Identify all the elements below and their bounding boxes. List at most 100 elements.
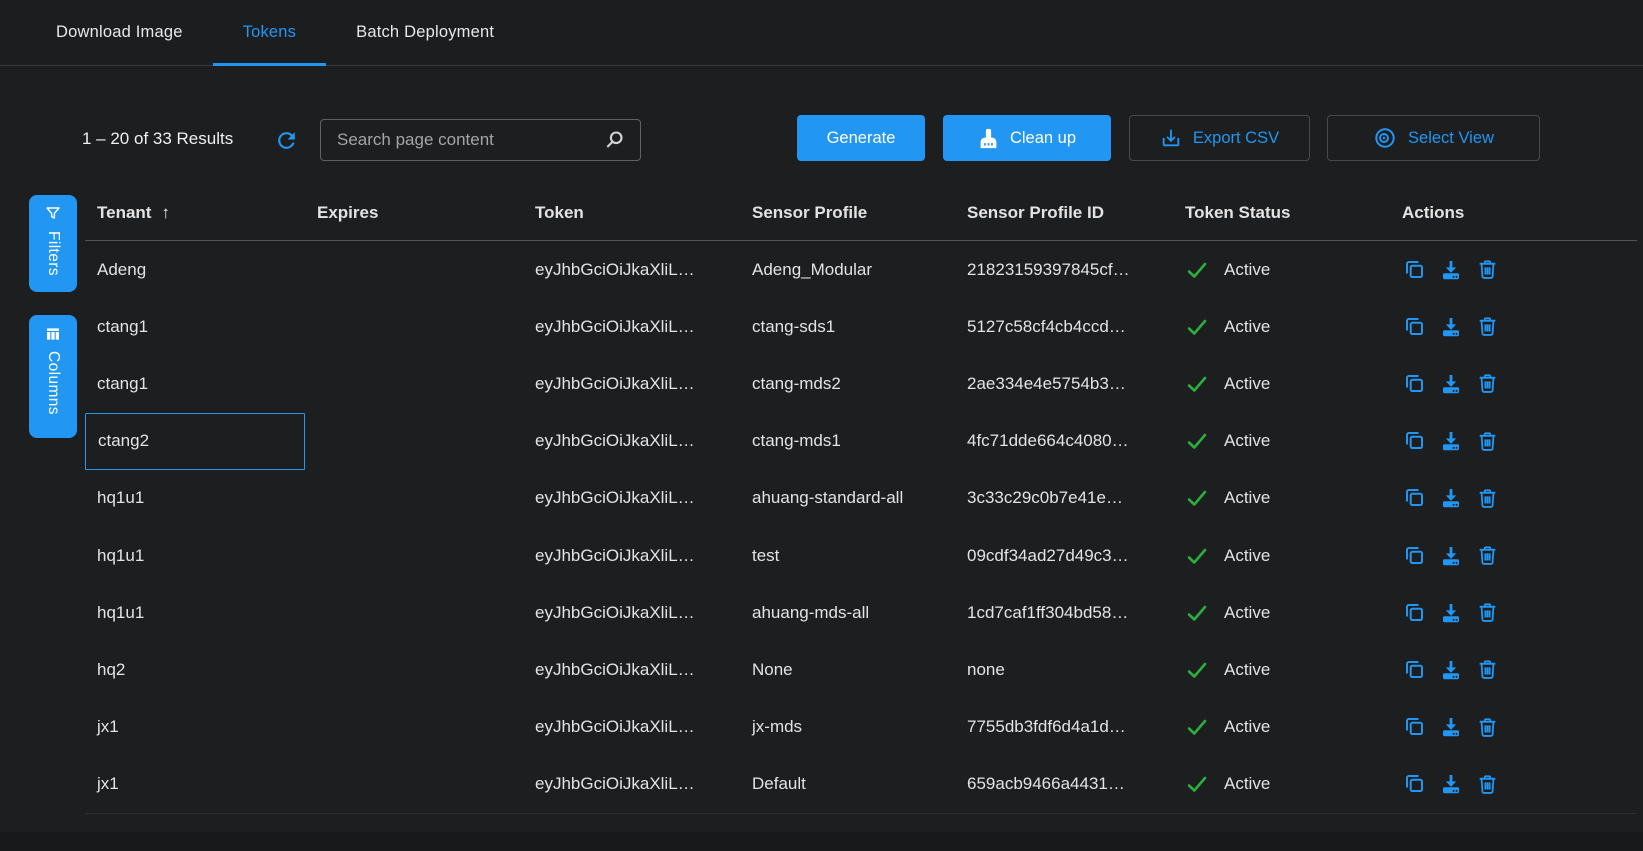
- generate-button[interactable]: Generate: [797, 115, 925, 161]
- cell-sensor-profile[interactable]: jx-mds: [740, 699, 955, 756]
- delete-token-icon[interactable]: [1476, 658, 1499, 681]
- table-row[interactable]: ctang2 eyJhbGciOiJkaXliL… ctang-mds1 4fc…: [85, 413, 1637, 470]
- cell-expires[interactable]: [305, 756, 523, 813]
- cell-sensor-profile[interactable]: Default: [740, 756, 955, 813]
- delete-token-icon[interactable]: [1476, 601, 1499, 624]
- tab-tokens[interactable]: Tokens: [213, 0, 326, 65]
- cell-expires[interactable]: [305, 470, 523, 527]
- cell-tenant[interactable]: hq2: [85, 641, 305, 698]
- delete-token-icon[interactable]: [1476, 773, 1499, 796]
- copy-token-icon[interactable]: [1402, 715, 1426, 739]
- clean-up-button[interactable]: Clean up: [943, 115, 1111, 161]
- cell-tenant[interactable]: ctang2: [85, 413, 305, 470]
- cell-tenant[interactable]: ctang1: [85, 355, 305, 412]
- download-token-icon[interactable]: [1439, 772, 1463, 796]
- cell-sensor-profile[interactable]: Adeng_Modular: [740, 241, 955, 298]
- cell-sensor-profile-id[interactable]: none: [955, 641, 1173, 698]
- copy-token-icon[interactable]: [1402, 315, 1426, 339]
- cell-tenant[interactable]: hq1u1: [85, 584, 305, 641]
- cell-sensor-profile[interactable]: ctang-mds2: [740, 355, 955, 412]
- cell-sensor-profile[interactable]: ahuang-standard-all: [740, 470, 955, 527]
- copy-token-icon[interactable]: [1402, 601, 1426, 625]
- cell-sensor-profile-id[interactable]: 09cdf34ad27d49c3…: [955, 527, 1173, 584]
- cell-sensor-profile[interactable]: ctang-mds1: [740, 413, 955, 470]
- cell-tenant[interactable]: ctang1: [85, 298, 305, 355]
- cell-tenant[interactable]: hq1u1: [85, 470, 305, 527]
- delete-token-icon[interactable]: [1476, 430, 1499, 453]
- tab-download-image[interactable]: Download Image: [26, 0, 213, 65]
- cell-token[interactable]: eyJhbGciOiJkaXliL…: [523, 355, 740, 412]
- column-header-tenant[interactable]: Tenant ↑: [85, 185, 305, 240]
- column-header-expires[interactable]: Expires: [305, 185, 523, 240]
- table-row[interactable]: ctang1 eyJhbGciOiJkaXliL… ctang-mds2 2ae…: [85, 355, 1637, 412]
- table-row[interactable]: hq1u1 eyJhbGciOiJkaXliL… ahuang-mds-all …: [85, 584, 1637, 641]
- copy-token-icon[interactable]: [1402, 486, 1426, 510]
- cell-sensor-profile-id[interactable]: 7755db3fdf6d4a1d…: [955, 699, 1173, 756]
- cell-tenant[interactable]: jx1: [85, 699, 305, 756]
- cell-tenant[interactable]: Adeng: [85, 241, 305, 298]
- cell-expires[interactable]: [305, 527, 523, 584]
- cell-tenant[interactable]: hq1u1: [85, 527, 305, 584]
- copy-token-icon[interactable]: [1402, 429, 1426, 453]
- download-token-icon[interactable]: [1439, 315, 1463, 339]
- cell-token[interactable]: eyJhbGciOiJkaXliL…: [523, 699, 740, 756]
- cell-token[interactable]: eyJhbGciOiJkaXliL…: [523, 241, 740, 298]
- cell-expires[interactable]: [305, 699, 523, 756]
- download-token-icon[interactable]: [1439, 544, 1463, 568]
- delete-token-icon[interactable]: [1476, 315, 1499, 338]
- cell-expires[interactable]: [305, 641, 523, 698]
- search-input[interactable]: [337, 130, 602, 150]
- cell-expires[interactable]: [305, 584, 523, 641]
- table-row[interactable]: Adeng eyJhbGciOiJkaXliL… Adeng_Modular 2…: [85, 241, 1637, 298]
- copy-token-icon[interactable]: [1402, 258, 1426, 282]
- table-row[interactable]: hq2 eyJhbGciOiJkaXliL… None none Active: [85, 641, 1637, 698]
- download-token-icon[interactable]: [1439, 486, 1463, 510]
- column-header-token[interactable]: Token: [523, 185, 740, 240]
- export-csv-button[interactable]: Export CSV: [1129, 115, 1310, 161]
- delete-token-icon[interactable]: [1476, 258, 1499, 281]
- download-token-icon[interactable]: [1439, 601, 1463, 625]
- cell-sensor-profile[interactable]: test: [740, 527, 955, 584]
- cell-sensor-profile-id[interactable]: 2ae334e4e5754b3…: [955, 355, 1173, 412]
- copy-token-icon[interactable]: [1402, 772, 1426, 796]
- download-token-icon[interactable]: [1439, 258, 1463, 282]
- cell-sensor-profile[interactable]: ahuang-mds-all: [740, 584, 955, 641]
- search-icon[interactable]: [602, 128, 626, 152]
- select-view-button[interactable]: Select View: [1327, 115, 1540, 161]
- cell-sensor-profile-id[interactable]: 5127c58cf4cb4ccd…: [955, 298, 1173, 355]
- cell-sensor-profile[interactable]: None: [740, 641, 955, 698]
- cell-token[interactable]: eyJhbGciOiJkaXliL…: [523, 584, 740, 641]
- download-token-icon[interactable]: [1439, 658, 1463, 682]
- table-row[interactable]: hq1u1 eyJhbGciOiJkaXliL… ahuang-standard…: [85, 470, 1637, 527]
- copy-token-icon[interactable]: [1402, 372, 1426, 396]
- table-row[interactable]: ctang1 eyJhbGciOiJkaXliL… ctang-sds1 512…: [85, 298, 1637, 355]
- column-header-sensor-profile-id[interactable]: Sensor Profile ID: [955, 185, 1173, 240]
- table-row[interactable]: jx1 eyJhbGciOiJkaXliL… Default 659acb946…: [85, 756, 1637, 813]
- cell-token[interactable]: eyJhbGciOiJkaXliL…: [523, 756, 740, 813]
- cell-token[interactable]: eyJhbGciOiJkaXliL…: [523, 527, 740, 584]
- copy-token-icon[interactable]: [1402, 544, 1426, 568]
- cell-expires[interactable]: [305, 355, 523, 412]
- column-header-sensor-profile[interactable]: Sensor Profile: [740, 185, 955, 240]
- cell-sensor-profile-id[interactable]: 3c33c29c0b7e41e…: [955, 470, 1173, 527]
- cell-token[interactable]: eyJhbGciOiJkaXliL…: [523, 298, 740, 355]
- filters-panel-button[interactable]: Filters: [29, 195, 77, 292]
- cell-expires[interactable]: [305, 298, 523, 355]
- delete-token-icon[interactable]: [1476, 544, 1499, 567]
- column-header-token-status[interactable]: Token Status: [1173, 185, 1390, 240]
- columns-panel-button[interactable]: Columns: [29, 315, 77, 438]
- download-token-icon[interactable]: [1439, 715, 1463, 739]
- delete-token-icon[interactable]: [1476, 487, 1499, 510]
- cell-tenant[interactable]: jx1: [85, 756, 305, 813]
- download-token-icon[interactable]: [1439, 429, 1463, 453]
- delete-token-icon[interactable]: [1476, 716, 1499, 739]
- download-token-icon[interactable]: [1439, 372, 1463, 396]
- cell-sensor-profile-id[interactable]: 21823159397845cf…: [955, 241, 1173, 298]
- cell-sensor-profile-id[interactable]: 4fc71dde664c4080…: [955, 413, 1173, 470]
- cell-expires[interactable]: [305, 241, 523, 298]
- table-row[interactable]: jx1 eyJhbGciOiJkaXliL… jx-mds 7755db3fdf…: [85, 699, 1637, 756]
- cell-sensor-profile-id[interactable]: 659acb9466a4431…: [955, 756, 1173, 813]
- cell-token[interactable]: eyJhbGciOiJkaXliL…: [523, 641, 740, 698]
- copy-token-icon[interactable]: [1402, 658, 1426, 682]
- cell-sensor-profile-id[interactable]: 1cd7caf1ff304bd58…: [955, 584, 1173, 641]
